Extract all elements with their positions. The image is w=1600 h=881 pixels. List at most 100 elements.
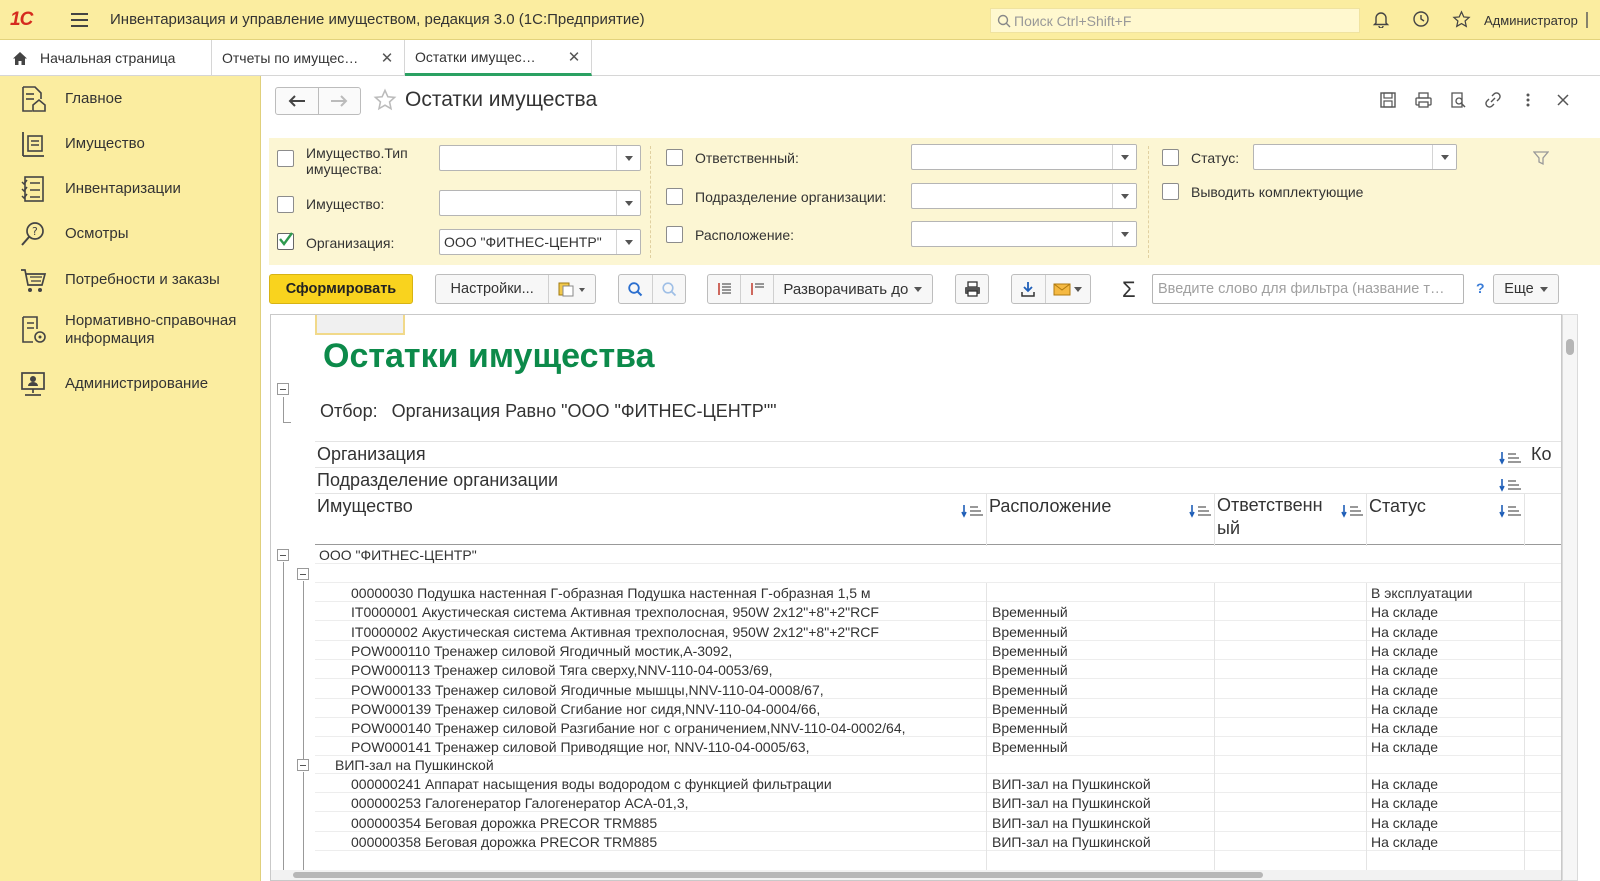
- location-field[interactable]: [911, 221, 1137, 247]
- bell-icon[interactable]: [1370, 8, 1392, 30]
- favorites-star-icon[interactable]: [1450, 8, 1472, 30]
- forward-button[interactable]: [319, 88, 361, 114]
- history-icon[interactable]: [1410, 8, 1432, 30]
- close-icon[interactable]: ✕: [380, 49, 394, 67]
- table-row[interactable]: POW000113 Тренажер силовой Тяга сверху,N…: [315, 660, 1561, 680]
- status-checkbox[interactable]: [1162, 149, 1179, 166]
- sidebar-item-needs-orders[interactable]: Потребности и заказы: [0, 265, 220, 295]
- components-checkbox[interactable]: [1162, 183, 1179, 200]
- expand-all-button[interactable]: [708, 275, 741, 303]
- print-button[interactable]: [955, 274, 989, 304]
- sidebar-item-main[interactable]: Главное: [0, 84, 122, 114]
- favorite-star-icon[interactable]: [373, 88, 397, 112]
- tab-property-reports[interactable]: Отчеты по имущес… ✕: [212, 40, 405, 76]
- scroll-thumb[interactable]: [293, 872, 1263, 878]
- table-row[interactable]: IT0000001 Акустическая система Активная …: [315, 602, 1561, 622]
- table-row[interactable]: POW000140 Тренажер силовой Разгибание но…: [315, 718, 1561, 738]
- find-button[interactable]: [619, 275, 653, 303]
- location-checkbox[interactable]: [666, 226, 683, 243]
- save-icon[interactable]: [1377, 89, 1399, 111]
- send-email-button[interactable]: [1046, 275, 1090, 303]
- table-row[interactable]: 000000358 Беговая дорожка PRECOR TRM885 В…: [315, 832, 1561, 851]
- chevron-down-icon[interactable]: [1432, 145, 1456, 169]
- sidebar-item-administration[interactable]: Администрирование: [0, 369, 208, 399]
- sort-icon[interactable]: [1189, 502, 1213, 518]
- horizontal-scrollbar[interactable]: [271, 870, 1561, 880]
- sidebar-item-property[interactable]: Имущество: [0, 129, 145, 159]
- group-row-department[interactable]: ВИП-зал на Пушкинской: [315, 755, 1561, 774]
- table-row[interactable]: POW000133 Тренажер силовой Ягодичные мыш…: [315, 680, 1561, 699]
- close-icon[interactable]: ✕: [567, 48, 581, 66]
- chevron-down-icon[interactable]: [616, 191, 640, 215]
- sort-icon[interactable]: [1499, 476, 1523, 492]
- collapse-all-button[interactable]: [741, 275, 774, 303]
- vertical-scrollbar[interactable]: [1562, 314, 1578, 881]
- close-icon[interactable]: [1552, 89, 1574, 111]
- main-area: Остатки имущества Имущество.Тип имуществ…: [262, 76, 1600, 881]
- organization-checkbox[interactable]: [277, 232, 294, 250]
- sidebar-item-inventories[interactable]: Инвентаризации: [0, 174, 181, 204]
- generate-button[interactable]: Сформировать: [269, 274, 413, 304]
- sort-icon[interactable]: [1499, 449, 1523, 465]
- sum-icon[interactable]: Σ: [1122, 277, 1136, 303]
- scroll-thumb[interactable]: [1566, 339, 1574, 355]
- back-button[interactable]: [276, 88, 319, 114]
- table-row[interactable]: 00000030 Подушка настенная Г-образная По…: [315, 583, 1561, 602]
- sort-icon[interactable]: [961, 502, 985, 518]
- user-name[interactable]: Администратор: [1484, 13, 1578, 28]
- filter-funnel-icon[interactable]: [1532, 151, 1550, 169]
- group-row-department-empty[interactable]: [315, 564, 1561, 583]
- help-button[interactable]: ?: [1476, 280, 1485, 296]
- expand-to-dropdown[interactable]: Разворачивать до: [774, 275, 932, 303]
- preview-icon[interactable]: [1447, 89, 1469, 111]
- save-to-file-button[interactable]: [1012, 275, 1046, 303]
- chevron-down-icon[interactable]: [616, 230, 640, 254]
- responsible-checkbox[interactable]: [666, 149, 683, 166]
- department-field[interactable]: [911, 183, 1137, 209]
- department-checkbox[interactable]: [666, 188, 683, 205]
- table-row[interactable]: POW000110 Тренажер силовой Ягодичный мос…: [315, 641, 1561, 660]
- table-row[interactable]: 000000253 Галогенератор Галогенератор АС…: [315, 793, 1561, 813]
- table-row[interactable]: IT0000002 Акустическая система Активная …: [315, 622, 1561, 641]
- collapse-toggle[interactable]: [297, 759, 309, 771]
- chevron-down-icon[interactable]: [1112, 145, 1136, 169]
- more-button[interactable]: Еще: [1493, 274, 1559, 304]
- report-filter-input[interactable]: Введите слово для фильтра (название т…: [1152, 274, 1464, 304]
- sidebar-item-inspections[interactable]: ? Осмотры: [0, 219, 129, 249]
- responsible-field[interactable]: [911, 144, 1137, 170]
- main-menu-button[interactable]: [64, 5, 94, 35]
- settings-button[interactable]: Настройки...: [436, 275, 550, 303]
- property-field[interactable]: [439, 190, 641, 216]
- cell-status: На складе: [1371, 662, 1438, 679]
- tab-property-balances[interactable]: Остатки имущес… ✕: [405, 40, 592, 76]
- window-menu-icon[interactable]: [1585, 10, 1600, 30]
- status-field[interactable]: [1253, 144, 1457, 170]
- table-row[interactable]: POW000141 Тренажер силовой Приводящие но…: [315, 737, 1561, 757]
- property-type-field[interactable]: [439, 145, 641, 171]
- table-row[interactable]: POW000139 Тренажер силовой Сгибание ног …: [315, 699, 1561, 718]
- sort-icon[interactable]: [1341, 502, 1365, 518]
- header-row-main: Имущество Расположение Ответственн ый Ста…: [315, 493, 1561, 546]
- table-row[interactable]: 000000354 Беговая дорожка PRECOR TRM885 В…: [315, 813, 1561, 832]
- chevron-down-icon[interactable]: [1112, 184, 1136, 208]
- report-spreadsheet[interactable]: Остатки имущества Отбор: Организация Равн…: [270, 314, 1562, 881]
- property-checkbox[interactable]: [277, 196, 294, 213]
- collapse-toggle[interactable]: [277, 549, 289, 561]
- sidebar-item-reference[interactable]: Нормативно-справочная информация: [0, 312, 245, 348]
- collapse-toggle[interactable]: [277, 383, 289, 395]
- find-next-button[interactable]: [653, 275, 686, 303]
- property-type-checkbox[interactable]: [277, 150, 294, 167]
- table-row[interactable]: 000000241 Аппарат насыщения воды водород…: [315, 774, 1561, 793]
- more-vertical-icon[interactable]: [1517, 89, 1539, 111]
- link-icon[interactable]: [1482, 89, 1504, 111]
- collapse-toggle[interactable]: [297, 568, 309, 580]
- search-input[interactable]: Поиск Ctrl+Shift+F: [990, 8, 1360, 33]
- chevron-down-icon[interactable]: [616, 146, 640, 170]
- variants-button[interactable]: [549, 275, 595, 303]
- print-icon[interactable]: [1412, 89, 1434, 111]
- group-row-organization[interactable]: ООО "ФИТНЕС-ЦЕНТР": [315, 545, 1561, 564]
- tab-home[interactable]: Начальная страница: [0, 40, 212, 76]
- chevron-down-icon[interactable]: [1112, 222, 1136, 246]
- sort-icon[interactable]: [1499, 502, 1523, 518]
- organization-field[interactable]: ООО "ФИТНЕС-ЦЕНТР": [439, 229, 641, 255]
